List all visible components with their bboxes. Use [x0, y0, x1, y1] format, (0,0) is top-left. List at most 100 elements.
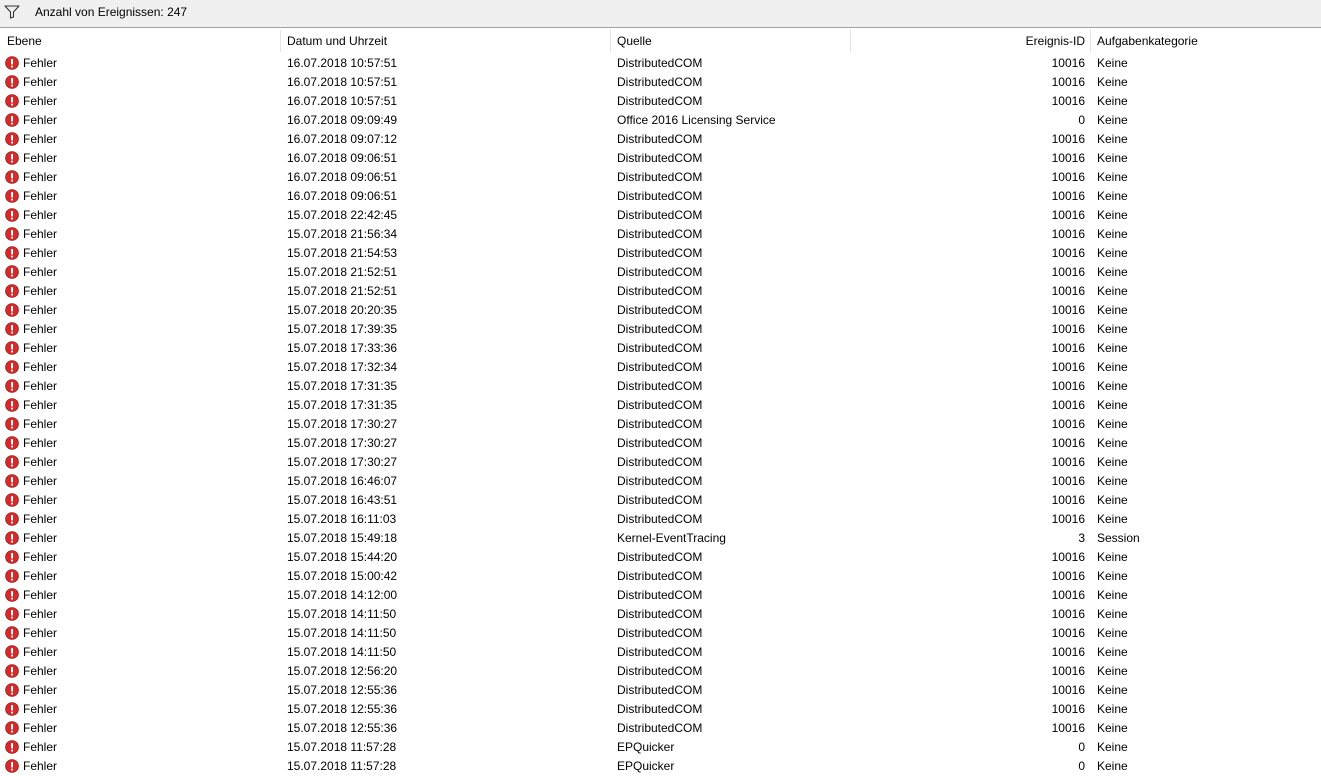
table-row[interactable]: Fehler 15.07.2018 17:30:27 DistributedCOM 1… — [0, 434, 1321, 453]
cell-date: 15.07.2018 17:30:27 — [287, 436, 398, 450]
cell-source: EPQuicker — [617, 759, 675, 773]
table-row[interactable]: Fehler 15.07.2018 14:11:50 DistributedCOM 1… — [0, 624, 1321, 643]
table-row[interactable]: Fehler 16.07.2018 10:57:51 DistributedCOM 1… — [0, 73, 1321, 92]
column-header-category[interactable]: Aufgabenkategorie — [1091, 30, 1321, 52]
column-header-source[interactable]: Quelle — [611, 30, 851, 52]
cell-event-id: 10016 — [1051, 607, 1085, 621]
cell-level: Fehler — [23, 379, 58, 393]
column-header-date[interactable]: Datum und Uhrzeit — [281, 30, 611, 52]
cell-source: DistributedCOM — [617, 322, 703, 336]
table-row[interactable]: Fehler 15.07.2018 12:56:20 DistributedCOM 1… — [0, 662, 1321, 681]
cell-date: 15.07.2018 16:46:07 — [287, 474, 398, 488]
cell-category: Keine — [1097, 474, 1128, 488]
table-row[interactable]: Fehler 15.07.2018 16:46:07 DistributedCOM 1… — [0, 472, 1321, 491]
table-row[interactable]: Fehler 15.07.2018 22:42:45 DistributedCOM 1… — [0, 206, 1321, 225]
error-icon — [5, 284, 19, 298]
table-row[interactable]: Fehler 15.07.2018 15:00:42 DistributedCOM 1… — [0, 567, 1321, 586]
cell-category: Keine — [1097, 132, 1128, 146]
cell-source: DistributedCOM — [617, 75, 703, 89]
table-row[interactable]: Fehler 15.07.2018 14:11:50 DistributedCOM 1… — [0, 643, 1321, 662]
cell-date: 15.07.2018 17:31:35 — [287, 398, 398, 412]
table-row[interactable]: Fehler 15.07.2018 17:32:34 DistributedCOM 1… — [0, 358, 1321, 377]
cell-source: DistributedCOM — [617, 626, 703, 640]
table-row[interactable]: Fehler 16.07.2018 09:06:51 DistributedCOM 1… — [0, 187, 1321, 206]
error-icon — [5, 151, 19, 165]
filter-icon[interactable] — [4, 5, 20, 19]
table-row[interactable]: Fehler 15.07.2018 11:57:28 EPQuicker 0 Keine — [0, 738, 1321, 757]
column-header-row: Ebene Datum und Uhrzeit Quelle Ereignis-… — [0, 30, 1321, 52]
error-icon — [5, 626, 19, 640]
table-row[interactable]: Fehler 15.07.2018 17:30:27 DistributedCOM 1… — [0, 453, 1321, 472]
table-row[interactable]: Fehler 15.07.2018 21:52:51 DistributedCOM 1… — [0, 282, 1321, 301]
cell-date: 15.07.2018 12:55:36 — [287, 721, 398, 735]
table-row[interactable]: Fehler 15.07.2018 21:52:51 DistributedCOM 1… — [0, 263, 1321, 282]
table-row[interactable]: Fehler 15.07.2018 16:43:51 DistributedCOM 1… — [0, 491, 1321, 510]
table-row[interactable]: Fehler 15.07.2018 14:12:00 DistributedCOM 1… — [0, 586, 1321, 605]
cell-level: Fehler — [23, 189, 58, 203]
table-row[interactable]: Fehler 15.07.2018 21:54:53 DistributedCOM 1… — [0, 244, 1321, 263]
table-row[interactable]: Fehler 15.07.2018 11:57:28 EPQuicker 0 Keine — [0, 757, 1321, 776]
cell-event-id: 10016 — [1051, 683, 1085, 697]
error-icon — [5, 569, 19, 583]
cell-date: 15.07.2018 16:43:51 — [287, 493, 398, 507]
table-row[interactable]: Fehler 15.07.2018 12:55:36 DistributedCOM 1… — [0, 719, 1321, 738]
table-row[interactable]: Fehler 16.07.2018 10:57:51 DistributedCOM 1… — [0, 92, 1321, 111]
table-row[interactable]: Fehler 15.07.2018 16:11:03 DistributedCOM 1… — [0, 510, 1321, 529]
cell-source: DistributedCOM — [617, 512, 703, 526]
cell-category: Keine — [1097, 588, 1128, 602]
cell-event-id: 0 — [1078, 113, 1085, 127]
table-row[interactable]: Fehler 16.07.2018 10:57:51 DistributedCOM 1… — [0, 54, 1321, 73]
cell-event-id: 10016 — [1051, 455, 1085, 469]
table-row[interactable]: Fehler 15.07.2018 15:49:18 Kernel-EventTra… — [0, 529, 1321, 548]
cell-source: Office 2016 Licensing Service — [617, 113, 776, 127]
cell-date: 15.07.2018 21:52:51 — [287, 284, 398, 298]
table-row[interactable]: Fehler 15.07.2018 17:31:35 DistributedCOM 1… — [0, 377, 1321, 396]
table-row[interactable]: Fehler 15.07.2018 15:44:20 DistributedCOM 1… — [0, 548, 1321, 567]
table-row[interactable]: Fehler 16.07.2018 09:06:51 DistributedCOM 1… — [0, 149, 1321, 168]
table-row[interactable]: Fehler 15.07.2018 17:39:35 DistributedCOM 1… — [0, 320, 1321, 339]
table-row[interactable]: Fehler 15.07.2018 12:55:36 DistributedCOM 1… — [0, 681, 1321, 700]
cell-source: DistributedCOM — [617, 398, 703, 412]
cell-level: Fehler — [23, 322, 58, 336]
table-row[interactable]: Fehler 15.07.2018 17:33:36 DistributedCOM 1… — [0, 339, 1321, 358]
column-header-level[interactable]: Ebene — [0, 30, 281, 52]
table-row[interactable]: Fehler 15.07.2018 20:20:35 DistributedCOM 1… — [0, 301, 1321, 320]
table-row[interactable]: Fehler 16.07.2018 09:06:51 DistributedCOM 1… — [0, 168, 1321, 187]
error-icon — [5, 740, 19, 754]
table-row[interactable]: Fehler 15.07.2018 21:56:34 DistributedCOM 1… — [0, 225, 1321, 244]
cell-source: DistributedCOM — [617, 227, 703, 241]
cell-source: DistributedCOM — [617, 189, 703, 203]
cell-date: 15.07.2018 12:55:36 — [287, 702, 398, 716]
table-row[interactable]: Fehler 16.07.2018 09:07:12 DistributedCOM 1… — [0, 130, 1321, 149]
cell-event-id: 10016 — [1051, 75, 1085, 89]
cell-event-id: 10016 — [1051, 151, 1085, 165]
cell-source: DistributedCOM — [617, 379, 703, 393]
cell-date: 15.07.2018 22:42:45 — [287, 208, 398, 222]
cell-category: Keine — [1097, 341, 1128, 355]
cell-category: Keine — [1097, 398, 1128, 412]
table-row[interactable]: Fehler 15.07.2018 14:11:50 DistributedCOM 1… — [0, 605, 1321, 624]
cell-category: Keine — [1097, 360, 1128, 374]
error-icon — [5, 436, 19, 450]
cell-date: 15.07.2018 20:20:35 — [287, 303, 398, 317]
table-row[interactable]: Fehler 15.07.2018 12:55:36 DistributedCOM 1… — [0, 700, 1321, 719]
cell-level: Fehler — [23, 360, 58, 374]
event-count-label: Anzahl von Ereignissen: 247 — [35, 5, 188, 19]
cell-date: 16.07.2018 10:57:51 — [287, 75, 398, 89]
cell-date: 15.07.2018 17:30:27 — [287, 455, 398, 469]
error-icon — [5, 455, 19, 469]
error-icon — [5, 417, 19, 431]
table-row[interactable]: Fehler 15.07.2018 17:30:27 DistributedCOM 1… — [0, 415, 1321, 434]
cell-level: Fehler — [23, 417, 58, 431]
column-header-event-id[interactable]: Ereignis-ID — [851, 30, 1091, 52]
cell-category: Keine — [1097, 759, 1128, 773]
cell-source: DistributedCOM — [617, 94, 703, 108]
table-row[interactable]: Fehler 15.07.2018 17:31:35 DistributedCOM 1… — [0, 396, 1321, 415]
cell-date: 15.07.2018 16:11:03 — [287, 512, 397, 526]
error-icon — [5, 645, 19, 659]
cell-source: DistributedCOM — [617, 132, 703, 146]
table-row[interactable]: Fehler 16.07.2018 09:09:49 Office 2016 Lic… — [0, 111, 1321, 130]
cell-category: Keine — [1097, 702, 1128, 716]
cell-category: Keine — [1097, 56, 1128, 70]
cell-date: 15.07.2018 17:32:34 — [287, 360, 398, 374]
